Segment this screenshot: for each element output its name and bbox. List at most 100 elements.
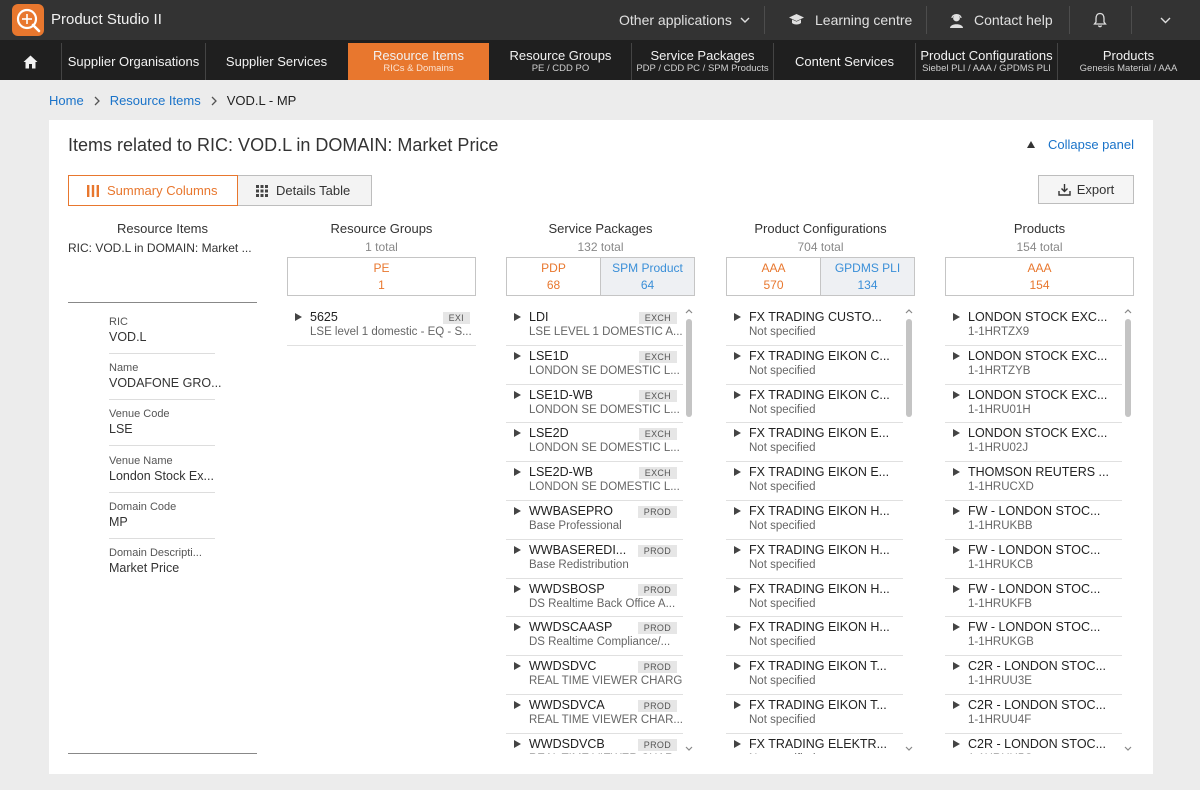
list-item[interactable]: WWBASEPRO Base Professional PROD [506, 501, 683, 540]
breadcrumb-home[interactable]: Home [49, 93, 84, 108]
expand-arrow-icon[interactable] [514, 739, 521, 748]
list-item[interactable]: FX TRADING EIKON C... Not specified [726, 385, 903, 424]
expand-arrow-icon[interactable] [514, 468, 521, 477]
expand-arrow-icon[interactable] [514, 662, 521, 671]
list-item[interactable]: FX TRADING ELEKTR... Not specified [726, 734, 903, 754]
expand-arrow-icon[interactable] [295, 313, 302, 321]
list-item[interactable]: FX TRADING EIKON T... Not specified [726, 695, 903, 734]
scrollbar-thumb[interactable] [686, 319, 692, 417]
list-item[interactable]: LSE1D-WB LONDON SE DOMESTIC L... EXCH [506, 385, 683, 424]
list-item[interactable]: WWDSCAASP DS Realtime Compliance/... PROD [506, 617, 683, 657]
list-item[interactable]: WWDSDVCA REAL TIME VIEWER CHAR... PROD [506, 695, 683, 734]
scrollbar[interactable] [685, 307, 693, 754]
breadcrumb-resource-items[interactable]: Resource Items [110, 93, 201, 108]
list-item[interactable]: WWDSBOSP DS Realtime Back Office A... PROD [506, 579, 683, 618]
scrollbar-thumb[interactable] [1125, 319, 1131, 417]
expand-arrow-icon[interactable] [514, 506, 521, 515]
nav-resource-groups[interactable]: Resource Groups PE / CDD PO [490, 43, 631, 80]
list-item[interactable]: FX TRADING EIKON E... Not specified [726, 462, 903, 501]
scroll-down-icon[interactable] [1124, 745, 1132, 753]
expand-arrow-icon[interactable] [734, 506, 741, 515]
other-applications-menu[interactable]: Other applications [619, 0, 750, 40]
list-item[interactable]: LONDON STOCK EXC... 1-1HRU01H [945, 385, 1122, 424]
list-item[interactable]: LDI LSE LEVEL 1 DOMESTIC A... EXCH [506, 307, 683, 346]
expand-arrow-icon[interactable] [514, 390, 521, 399]
list-item[interactable]: WWBASEREDI... Base Redistribution PROD [506, 540, 683, 579]
nav-content-services[interactable]: Content Services [774, 43, 915, 80]
expand-arrow-icon[interactable] [734, 468, 741, 477]
expand-arrow-icon[interactable] [734, 545, 741, 554]
list-item[interactable]: FX TRADING EIKON T... Not specified [726, 656, 903, 695]
expand-arrow-icon[interactable] [514, 545, 521, 554]
nav-product-configurations[interactable]: Product Configurations Siebel PLI / AAA … [916, 43, 1057, 80]
list-item[interactable]: LONDON STOCK EXC... 1-1HRU02J [945, 423, 1122, 463]
list-item[interactable]: FW - LONDON STOC... 1-1HRUKFB [945, 579, 1122, 618]
list-item[interactable]: FX TRADING CUSTO... Not specified [726, 307, 903, 346]
filter-chip-aaa[interactable]: AAA 570 [727, 258, 820, 295]
filter-chip-aaa[interactable]: AAA 154 [946, 258, 1133, 295]
expand-arrow-icon[interactable] [953, 700, 960, 709]
filter-chip-spm-product[interactable]: SPM Product 64 [600, 258, 694, 295]
list-item[interactable]: WWDSDVCB REAL TIME VIEWER CHAR... PROD [506, 734, 683, 754]
expand-arrow-icon[interactable] [734, 739, 741, 748]
scroll-up-icon[interactable] [1124, 307, 1132, 315]
expand-arrow-icon[interactable] [953, 351, 960, 360]
list-item[interactable]: C2R - LONDON STOC... 1-1HRUU5G [945, 734, 1122, 754]
expand-arrow-icon[interactable] [514, 351, 521, 360]
expand-arrow-icon[interactable] [953, 623, 960, 632]
expand-arrow-icon[interactable] [953, 739, 960, 748]
list-item[interactable]: FW - LONDON STOC... 1-1HRUKCB [945, 540, 1122, 579]
list-item[interactable]: LONDON STOCK EXC... 1-1HRTZYB [945, 346, 1122, 385]
expand-arrow-icon[interactable] [953, 506, 960, 515]
expand-arrow-icon[interactable] [514, 700, 521, 709]
list-item[interactable]: C2R - LONDON STOC... 1-1HRUU3E [945, 656, 1122, 695]
nav-service-packages[interactable]: Service Packages PDP / CDD PC / SPM Prod… [632, 43, 773, 80]
list-item[interactable]: LSE2D-WB LONDON SE DOMESTIC L... EXCH [506, 462, 683, 501]
filter-chip-pdp[interactable]: PDP 68 [507, 258, 600, 295]
expand-arrow-icon[interactable] [514, 584, 521, 593]
expand-arrow-icon[interactable] [734, 623, 741, 632]
expand-arrow-icon[interactable] [953, 390, 960, 399]
list-item[interactable]: FX TRADING EIKON C... Not specified [726, 346, 903, 385]
details-table-button[interactable]: Details Table [238, 175, 372, 206]
expand-arrow-icon[interactable] [953, 584, 960, 593]
export-button[interactable]: Export [1038, 175, 1134, 204]
contact-help-link[interactable]: Contact help [949, 0, 1053, 40]
list-item[interactable]: THOMSON REUTERS ... 1-1HRUCXD [945, 462, 1122, 501]
filter-chip-gpdms-pli[interactable]: GPDMS PLI 134 [820, 258, 914, 295]
scrollbar[interactable] [905, 307, 913, 754]
learning-centre-link[interactable]: Learning centre [788, 0, 912, 40]
expand-arrow-icon[interactable] [734, 700, 741, 709]
expand-arrow-icon[interactable] [953, 429, 960, 438]
nav-resource-items[interactable]: Resource Items RICs & Domains [348, 43, 489, 80]
list-item[interactable]: LSE2D LONDON SE DOMESTIC L... EXCH [506, 423, 683, 463]
expand-arrow-icon[interactable] [734, 313, 741, 321]
expand-arrow-icon[interactable] [953, 662, 960, 671]
list-item[interactable]: FX TRADING EIKON H... Not specified [726, 540, 903, 579]
list-item[interactable]: FW - LONDON STOC... 1-1HRUKGB [945, 617, 1122, 657]
home-nav-button[interactable] [0, 43, 61, 80]
collapse-panel-link[interactable]: Collapse panel [1026, 137, 1134, 152]
nav-supplier-organisations[interactable]: Supplier Organisations [62, 43, 205, 80]
expand-arrow-icon[interactable] [514, 313, 521, 321]
expand-arrow-icon[interactable] [734, 584, 741, 593]
list-item[interactable]: 5625 LSE level 1 domestic - EQ - S... EXI [287, 307, 476, 346]
notifications-button[interactable] [1093, 0, 1117, 40]
list-item[interactable]: FX TRADING EIKON H... Not specified [726, 617, 903, 657]
list-item[interactable]: WWDSDVC REAL TIME VIEWER CHARGE PROD [506, 656, 683, 695]
list-item[interactable]: C2R - LONDON STOC... 1-1HRUU4F [945, 695, 1122, 734]
list-item[interactable]: LSE1D LONDON SE DOMESTIC L... EXCH [506, 346, 683, 385]
app-logo-icon[interactable] [12, 4, 44, 36]
scroll-up-icon[interactable] [905, 307, 913, 315]
scrollbar[interactable] [1124, 307, 1132, 754]
user-menu-button[interactable] [1160, 0, 1181, 40]
expand-arrow-icon[interactable] [953, 313, 960, 321]
list-item[interactable]: FX TRADING EIKON H... Not specified [726, 579, 903, 618]
expand-arrow-icon[interactable] [514, 623, 521, 632]
list-item[interactable]: LONDON STOCK EXC... 1-1HRTZX9 [945, 307, 1122, 346]
expand-arrow-icon[interactable] [734, 351, 741, 360]
scrollbar-thumb[interactable] [906, 319, 912, 417]
list-item[interactable]: FX TRADING EIKON E... Not specified [726, 423, 903, 463]
nav-products[interactable]: Products Genesis Material / AAA [1058, 43, 1199, 80]
expand-arrow-icon[interactable] [734, 429, 741, 438]
